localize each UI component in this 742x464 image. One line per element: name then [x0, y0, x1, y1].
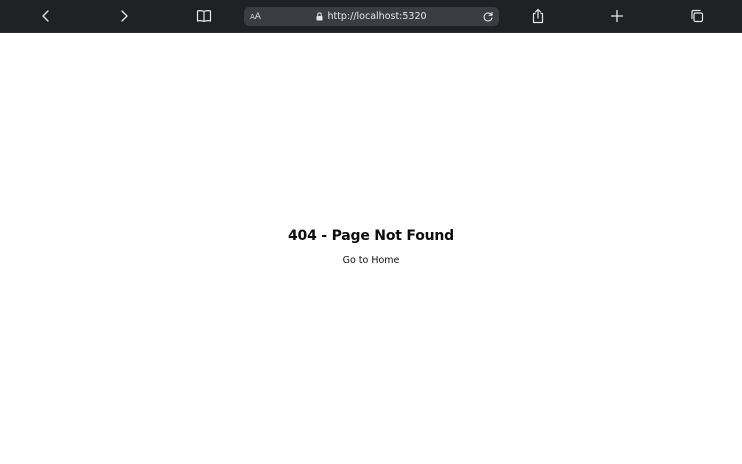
share-icon	[532, 8, 544, 24]
address-bar[interactable]: AA http://localhost:5320	[244, 7, 499, 26]
plus-icon	[610, 9, 624, 23]
page-content: 404 - Page Not Found Go to Home	[0, 33, 742, 464]
reader-button[interactable]	[194, 6, 214, 26]
page-title: 404 - Page Not Found	[288, 228, 454, 244]
tabs-icon	[691, 9, 704, 23]
url-text: http://localhost:5320	[327, 11, 427, 22]
share-button[interactable]	[528, 6, 548, 26]
new-tab-button[interactable]	[607, 6, 627, 26]
back-button[interactable]	[36, 6, 56, 26]
chevron-right-icon	[121, 10, 128, 22]
home-link-row: Go to Home	[0, 255, 742, 266]
book-icon	[196, 10, 212, 23]
tabs-overview-button[interactable]	[687, 6, 707, 26]
lock-icon	[316, 12, 323, 21]
browser-toolbar: AA http://localhost:5320	[0, 0, 742, 33]
reload-button[interactable]	[480, 9, 495, 24]
reload-icon	[483, 11, 493, 22]
chevron-left-icon	[42, 10, 49, 22]
url-display[interactable]: http://localhost:5320	[244, 7, 499, 26]
go-home-link[interactable]: Go to Home	[343, 255, 400, 266]
forward-button[interactable]	[114, 6, 134, 26]
